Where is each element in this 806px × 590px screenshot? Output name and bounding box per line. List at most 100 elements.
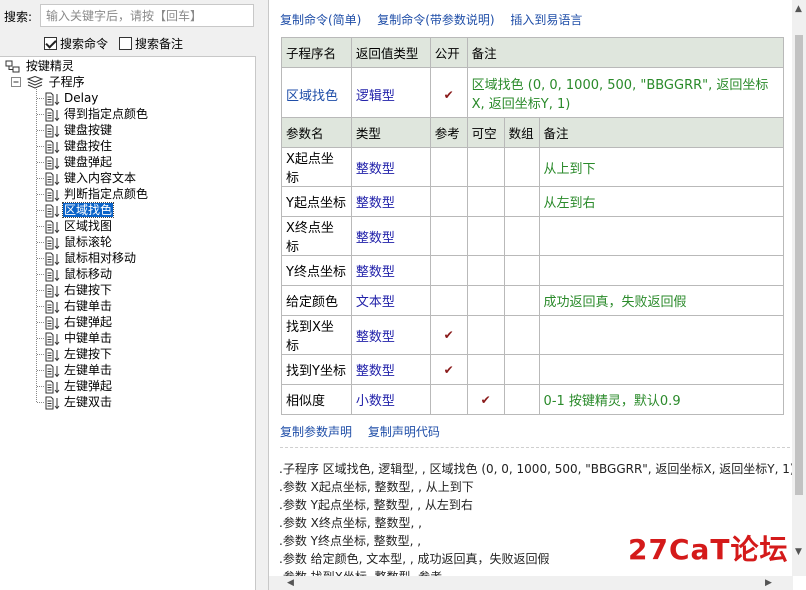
tree-item[interactable]: 右键单击: [45, 298, 113, 314]
scroll-thumb[interactable]: [795, 35, 803, 495]
search-notes-checkbox[interactable]: 搜索备注: [119, 35, 183, 52]
tree-item-label: 右键按下: [64, 283, 113, 297]
tree-item[interactable]: 得到指定点颜色: [45, 106, 149, 122]
scroll-up-icon[interactable]: ▲: [795, 2, 802, 16]
param-array: [503, 285, 540, 316]
tree-item[interactable]: Delay: [45, 90, 99, 106]
subroutine-icon: [45, 364, 60, 377]
subroutine-icon: [45, 108, 60, 121]
param-type: 整数型: [350, 186, 431, 217]
parameter-row[interactable]: Y起点坐标 整数型 从左到右: [281, 186, 785, 217]
param-type: 整数型: [350, 216, 431, 256]
tree-root[interactable]: 按键精灵: [5, 58, 75, 74]
tree-item[interactable]: 判断指定点颜色: [45, 186, 149, 202]
param-nullable: [466, 186, 505, 217]
subroutine-icon: [45, 284, 60, 297]
subroutine-icon: [45, 172, 60, 185]
tree-item[interactable]: 右键按下: [45, 282, 113, 298]
param-note: [538, 216, 785, 256]
parameter-row[interactable]: X起点坐标 整数型 从上到下: [281, 147, 785, 187]
tree-item-label: 左键弹起: [64, 379, 113, 393]
parameter-row[interactable]: 找到X坐标 整数型 ✔: [281, 315, 785, 355]
tree-item[interactable]: 键盘弹起: [45, 154, 113, 170]
header-cell: 可空: [466, 117, 505, 148]
tree-item[interactable]: 键盘按住: [45, 138, 113, 154]
param-array: [503, 186, 540, 217]
vertical-scrollbar[interactable]: ▲ ▼: [792, 0, 806, 576]
command-tree[interactable]: 按键精灵 子程序 Delay 得到指定点颜色 键盘按键 键盘按住 键盘弹起 键入内容文本判…: [0, 56, 256, 590]
tree-branch-line: [37, 402, 44, 403]
tree-item[interactable]: 左键按下: [45, 346, 113, 362]
param-note: 0-1 按键精灵，默认0.9: [538, 384, 785, 415]
collapse-icon[interactable]: [11, 77, 22, 88]
param-note: [538, 315, 785, 355]
subroutine-icon: [45, 268, 60, 281]
tree-item[interactable]: 左键单击: [45, 362, 113, 378]
checkbox-label: 搜索备注: [135, 37, 184, 51]
subroutine-name: 区域找色: [281, 67, 352, 122]
parameter-table: 参数名 类型 参考 可空 数组 备注 X起点坐标 整数型 从上到下 Y起点坐标 整数型从…: [281, 117, 785, 415]
copy-declaration-code-link[interactable]: 复制声明代码: [368, 425, 440, 439]
scroll-right-icon[interactable]: ▶: [765, 576, 772, 590]
param-ref: [429, 186, 468, 217]
insert-to-easy-language-link[interactable]: 插入到易语言: [510, 13, 582, 27]
tree-item-label: 鼠标相对移动: [64, 251, 137, 265]
param-ref: [429, 255, 468, 286]
param-type: 整数型: [350, 315, 431, 355]
tree-item[interactable]: 键盘按键: [45, 122, 113, 138]
tree-item[interactable]: 鼠标相对移动: [45, 250, 137, 266]
parameter-row[interactable]: Y终点坐标 整数型: [281, 255, 785, 286]
horizontal-scrollbar[interactable]: ◀ ▶: [269, 576, 793, 590]
subroutine-icon: [45, 124, 60, 137]
left-pane: 搜索: 搜索命令 搜索备注 按键精灵: [0, 0, 256, 590]
param-name: Y起点坐标: [281, 186, 352, 217]
scroll-left-icon[interactable]: ◀: [287, 576, 294, 590]
copy-toolbar: 复制命令(简单) 复制命令(带参数说明) 插入到易语言: [280, 11, 594, 28]
param-note: [538, 354, 785, 385]
subroutine-header-row: 子程序名 返回值类型 公开 备注: [281, 37, 785, 68]
tree-item-label: 右键单击: [64, 299, 113, 313]
checkbox-box[interactable]: [119, 37, 132, 50]
param-array: [503, 255, 540, 286]
code-line: .参数 找到X坐标, 整数型, 参考: [279, 568, 792, 576]
subroutine-icon: [45, 236, 60, 249]
header-cell: 子程序名: [281, 37, 352, 68]
param-name: Y终点坐标: [281, 255, 352, 286]
tree-branch-line: [37, 114, 44, 115]
param-ref: [429, 147, 468, 187]
tree-item[interactable]: 右键弹起: [45, 314, 113, 330]
tree-item[interactable]: 左键弹起: [45, 378, 113, 394]
tree-group[interactable]: 子程序: [11, 74, 86, 90]
parameter-row[interactable]: 找到Y坐标 整数型 ✔: [281, 354, 785, 385]
tree-item[interactable]: 鼠标滚轮: [45, 234, 113, 250]
tree-item[interactable]: 鼠标移动: [45, 266, 113, 282]
param-ref: ✔: [429, 354, 468, 385]
library-icon: [5, 60, 20, 72]
scroll-down-icon[interactable]: ▼: [795, 545, 802, 559]
parameter-row[interactable]: X终点坐标 整数型: [281, 216, 785, 256]
tree-item[interactable]: 键入内容文本: [45, 170, 137, 186]
detail-pane: 复制命令(简单) 复制命令(带参数说明) 插入到易语言 子程序名 返回值类型 公…: [268, 0, 806, 590]
search-commands-checkbox[interactable]: 搜索命令: [44, 35, 108, 52]
tree-item[interactable]: 区域找图: [45, 218, 113, 234]
tree-item[interactable]: 左键双击: [45, 394, 113, 410]
code-line: .参数 Y起点坐标, 整数型, , 从左到右: [279, 498, 473, 512]
param-array: [503, 354, 540, 385]
copy-with-params-link[interactable]: 复制命令(带参数说明): [377, 13, 494, 27]
tree-item[interactable]: 中键单击: [45, 330, 113, 346]
subroutine-icon: [45, 348, 60, 361]
copy-simple-link[interactable]: 复制命令(简单): [280, 13, 361, 27]
tree-item-label: 中键单击: [64, 331, 113, 345]
tree-item[interactable]: 区域找色: [45, 202, 115, 218]
pane-splitter[interactable]: [256, 0, 268, 590]
checkbox-box[interactable]: [44, 37, 57, 50]
subroutine-icon: [45, 252, 60, 265]
copy-param-declaration-link[interactable]: 复制参数声明: [280, 425, 352, 439]
tree-branch-line: [37, 146, 44, 147]
check-icon: ✔: [480, 392, 491, 407]
parameter-row[interactable]: 给定颜色 文本型 成功返回真，失败返回假: [281, 285, 785, 316]
parameter-row[interactable]: 相似度 小数型 ✔ 0-1 按键精灵，默认0.9: [281, 384, 785, 415]
subroutine-public: ✔: [429, 67, 468, 122]
search-input[interactable]: [40, 4, 254, 27]
subroutine-icon: [45, 332, 60, 345]
